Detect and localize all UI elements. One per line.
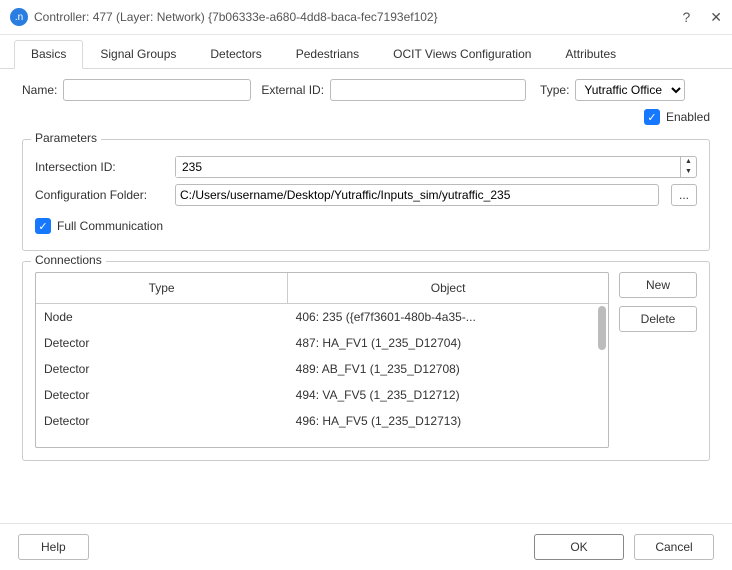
cell-type: Node (36, 304, 288, 330)
connections-fieldset: Connections Type Object Node406: 235 ({e… (22, 261, 710, 461)
config-folder-label: Configuration Folder: (35, 188, 167, 202)
browse-button[interactable]: ... (671, 184, 697, 206)
spin-buttons[interactable]: ▲ ▼ (680, 157, 696, 177)
full-communication-row: ✓ Full Communication (35, 218, 697, 234)
enabled-checkbox[interactable]: ✓ (644, 109, 660, 125)
full-communication-checkbox[interactable]: ✓ (35, 218, 51, 234)
external-id-label: External ID: (261, 83, 324, 97)
help-icon[interactable]: ? (682, 9, 690, 26)
name-row: Name: External ID: Type: Yutraffic Offic… (0, 69, 732, 101)
cell-type: Detector (36, 408, 288, 434)
parameters-legend: Parameters (31, 131, 101, 145)
table-row[interactable]: Detector489: AB_FV1 (1_235_D12708) (36, 356, 608, 382)
table-row[interactable]: Detector487: HA_FV1 (1_235_D12704) (36, 330, 608, 356)
enabled-row: ✓ Enabled (0, 101, 732, 133)
scrollbar-thumb[interactable] (598, 306, 606, 350)
tab-attributes[interactable]: Attributes (548, 40, 633, 69)
help-button[interactable]: Help (18, 534, 89, 560)
spin-up-icon[interactable]: ▲ (681, 157, 696, 167)
connections-legend: Connections (31, 253, 106, 267)
intersection-id-input[interactable] (176, 157, 680, 177)
type-label: Type: (540, 83, 569, 97)
cell-object: 406: 235 ({ef7f3601-480b-4a35-... (288, 304, 608, 330)
enabled-label: Enabled (666, 110, 710, 124)
tabbar: Basics Signal Groups Detectors Pedestria… (0, 35, 732, 69)
window-title: Controller: 477 (Layer: Network) {7b0633… (34, 10, 682, 24)
titlebar: .n Controller: 477 (Layer: Network) {7b0… (0, 0, 732, 34)
cell-object: 496: HA_FV5 (1_235_D12713) (288, 408, 608, 434)
tab-pedestrians[interactable]: Pedestrians (279, 40, 376, 69)
external-id-input[interactable] (330, 79, 526, 101)
table-row[interactable]: Detector496: HA_FV5 (1_235_D12713) (36, 408, 608, 434)
cell-object: 489: AB_FV1 (1_235_D12708) (288, 356, 608, 382)
cancel-button[interactable]: Cancel (634, 534, 714, 560)
table-row[interactable]: Node406: 235 ({ef7f3601-480b-4a35-... (36, 304, 608, 330)
connections-table[interactable]: Type Object Node406: 235 ({ef7f3601-480b… (35, 272, 609, 448)
delete-button[interactable]: Delete (619, 306, 697, 332)
tab-detectors[interactable]: Detectors (193, 40, 278, 69)
cell-object: 494: VA_FV5 (1_235_D12712) (288, 382, 608, 408)
cell-object: 487: HA_FV1 (1_235_D12704) (288, 330, 608, 356)
close-icon[interactable]: ✕ (710, 9, 722, 26)
ok-button[interactable]: OK (534, 534, 624, 560)
col-type-header[interactable]: Type (36, 273, 288, 304)
cell-type: Detector (36, 382, 288, 408)
app-icon: .n (10, 8, 28, 26)
table-row[interactable]: Detector494: VA_FV5 (1_235_D12712) (36, 382, 608, 408)
name-label: Name: (22, 83, 57, 97)
tab-basics[interactable]: Basics (14, 40, 83, 69)
cell-type: Detector (36, 330, 288, 356)
intersection-id-row: Intersection ID: ▲ ▼ (35, 156, 697, 178)
intersection-id-spinner[interactable]: ▲ ▼ (175, 156, 697, 178)
config-folder-input[interactable] (175, 184, 659, 206)
cell-type: Detector (36, 356, 288, 382)
parameters-fieldset: Parameters Intersection ID: ▲ ▼ Configur… (22, 139, 710, 251)
full-communication-label: Full Communication (57, 219, 163, 233)
new-button[interactable]: New (619, 272, 697, 298)
config-folder-row: Configuration Folder: ... (35, 184, 697, 206)
name-input[interactable] (63, 79, 251, 101)
footer: Help OK Cancel (0, 523, 732, 570)
intersection-id-label: Intersection ID: (35, 160, 167, 174)
tab-signal-groups[interactable]: Signal Groups (83, 40, 193, 69)
type-select[interactable]: Yutraffic Office (575, 79, 685, 101)
tab-ocit-views[interactable]: OCIT Views Configuration (376, 40, 548, 69)
spin-down-icon[interactable]: ▼ (681, 167, 696, 177)
col-object-header[interactable]: Object (288, 273, 608, 304)
